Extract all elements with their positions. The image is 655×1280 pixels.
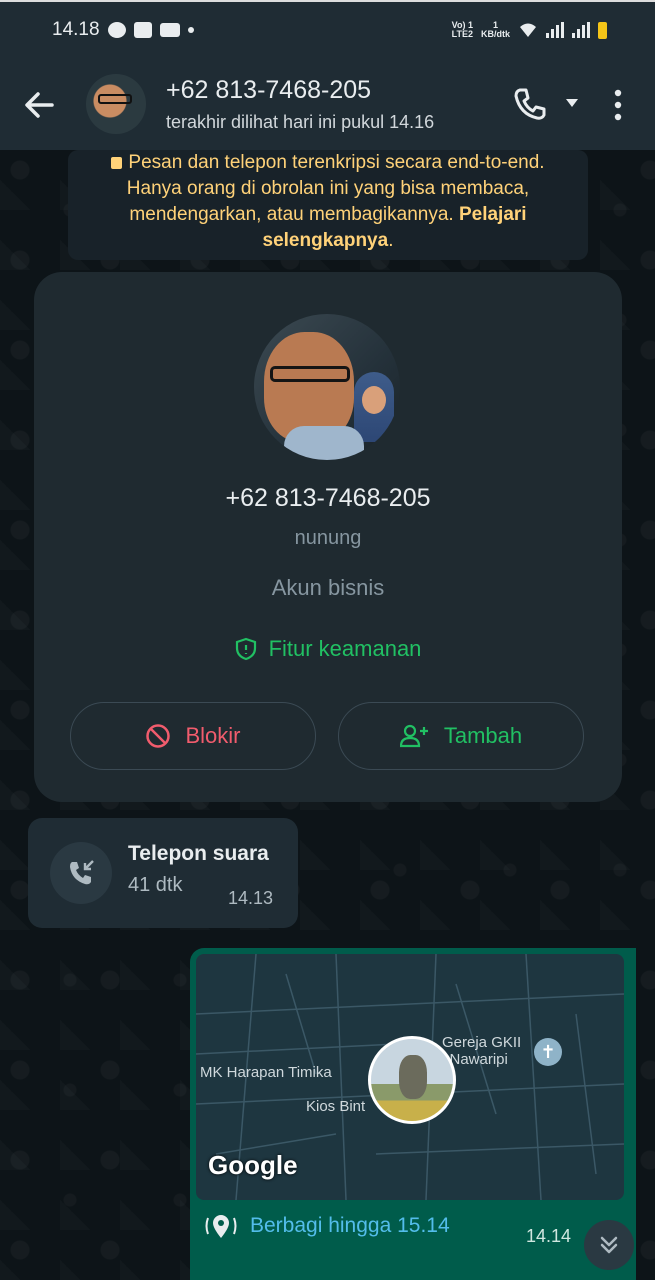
contact-name[interactable]: +62 813-7468-205 [166,76,371,105]
app-notification-icon [133,22,152,38]
block-button[interactable]: Blokir [70,702,316,770]
profile-name: nunung [294,527,362,549]
profile-photo[interactable] [254,314,400,460]
more-notifications-dot [187,27,194,33]
chat-header: +62 813-7468-205 terakhir dilihat hari i… [0,58,655,150]
wifi-icon [520,23,536,37]
encryption-notice[interactable]: Pesan dan telepon terenkripsi secara end… [68,150,588,260]
call-type: Telepon suara [128,842,269,865]
incoming-call-icon [50,842,112,904]
voice-call-icon[interactable] [512,86,548,122]
shield-icon [235,637,256,661]
chat-notification-icon [107,22,126,38]
voice-call-message[interactable]: Telepon suara 41 dtk 14.13 [28,818,298,928]
contact-info-card: +62 813-7468-205 nunung Akun bisnis Fitu… [34,272,622,802]
map-preview[interactable]: MK Harapan Timika Kios Bint Gereja GKII … [196,954,624,1200]
signal-icon-1 [546,22,564,38]
back-arrow-icon[interactable] [22,88,56,122]
add-person-icon [399,724,428,748]
map-label-school: MK Harapan Timika [200,1064,332,1081]
chevron-down-icon[interactable] [565,98,579,108]
double-chevron-down-icon [600,1236,618,1254]
more-vert-icon[interactable] [610,88,626,122]
block-icon [146,724,171,748]
lock-icon [111,157,123,169]
add-label: Tambah [443,723,523,748]
status-bar: 14.18 Vo) 1 LTE2 1 KB/dtk [0,0,655,58]
block-label: Blokir [185,723,241,748]
call-timestamp: 14.13 [228,888,274,908]
add-contact-button[interactable]: Tambah [338,702,584,770]
map-brand-logo: Google [208,1150,298,1180]
status-time: 14.18 [52,19,100,40]
security-features-label: Fitur keamanan [268,636,422,661]
profile-phone-number: +62 813-7468-205 [225,484,431,512]
call-duration: 41 dtk [128,874,183,896]
contact-avatar[interactable] [86,74,146,134]
account-type: Akun bisnis [271,575,385,600]
network-indicator: Vo) 1 LTE2 [451,20,473,39]
share-until-label: Berbagi hingga 15.14 [250,1214,450,1237]
battery-icon [598,21,607,39]
location-timestamp: 14.14 [526,1226,572,1246]
live-location-footer: Berbagi hingga 15.14 [204,1212,450,1240]
notice-suffix: . [388,230,394,251]
church-pin-icon: ✝ [534,1038,562,1066]
youtube-notification-icon [159,23,180,37]
data-speed: 1 KB/dtk [481,20,510,39]
signal-icon-2 [572,22,590,38]
security-features-link[interactable]: Fitur keamanan [34,636,622,662]
last-seen-status: terakhir dilihat hari ini pukul 14.16 [166,112,435,132]
scroll-to-bottom-button[interactable] [584,1220,634,1270]
live-location-message[interactable]: MK Harapan Timika Kios Bint Gereja GKII … [190,948,636,1280]
location-user-photo [368,1036,456,1124]
map-label-shop: Kios Bint [306,1098,366,1115]
location-pin-icon [205,1215,237,1238]
map-label-church: Gereja GKII l Nawaripi [442,1034,522,1068]
